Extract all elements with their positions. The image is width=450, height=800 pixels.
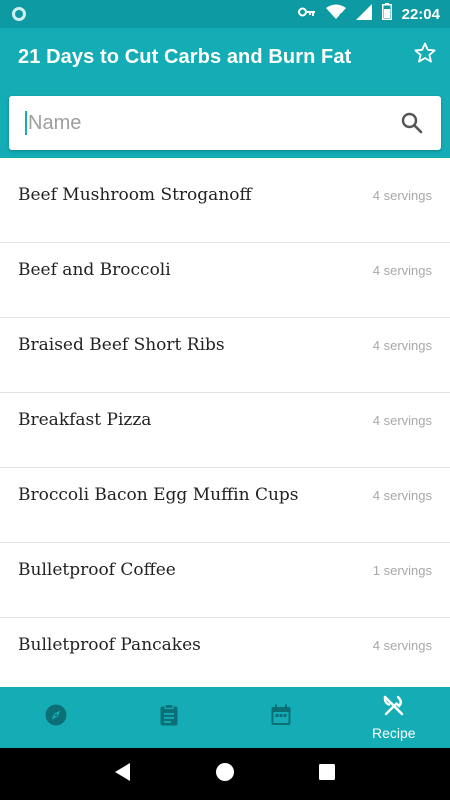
- bottom-nav: Recipe: [0, 687, 450, 748]
- recipe-servings: 4 servings: [372, 638, 432, 653]
- recipe-name: Braised Beef Short Ribs: [18, 335, 225, 355]
- list-item[interactable]: Bulletproof Coffee 1 servings: [0, 543, 450, 618]
- signal-icon: [355, 3, 372, 25]
- star-outline-icon: [413, 41, 437, 70]
- vpn-key-icon: [297, 5, 316, 23]
- home-circle-icon: [215, 762, 235, 787]
- fork-knife-icon: [382, 694, 406, 723]
- search-input[interactable]: [28, 111, 399, 135]
- nav-calendar[interactable]: [225, 687, 338, 748]
- recipe-name: Beef Mushroom Stroganoff: [18, 185, 252, 205]
- recipe-list[interactable]: Beef Mushroom Stroganoff 4 servings Beef…: [0, 168, 450, 687]
- status-time: 22:04: [401, 5, 440, 23]
- recipe-servings: 4 servings: [372, 488, 432, 503]
- recipe-servings: 4 servings: [372, 188, 432, 203]
- recents-square-icon: [318, 763, 336, 786]
- list-item[interactable]: Broccoli Bacon Egg Muffin Cups 4 serving…: [0, 468, 450, 543]
- list-item[interactable]: Braised Beef Short Ribs 4 servings: [0, 318, 450, 393]
- list-item[interactable]: Breakfast Pizza 4 servings: [0, 393, 450, 468]
- calendar-icon: [269, 703, 293, 732]
- list-item[interactable]: Beef Mushroom Stroganoff 4 servings: [0, 168, 450, 243]
- recipe-name: Breakfast Pizza: [18, 410, 152, 430]
- home-button[interactable]: [210, 759, 240, 789]
- recipe-servings: 1 servings: [372, 563, 432, 578]
- page-title: 21 Days to Cut Carbs and Burn Fat: [18, 46, 352, 68]
- compass-icon: [44, 703, 68, 732]
- favorite-button[interactable]: [412, 42, 438, 68]
- nav-recipe-label: Recipe: [371, 725, 416, 741]
- app-notification-icon: [12, 7, 26, 21]
- app-bar: 21 Days to Cut Carbs and Burn Fat: [0, 28, 450, 158]
- system-nav-bar: [0, 748, 450, 800]
- recipe-servings: 4 servings: [372, 338, 432, 353]
- recents-button[interactable]: [312, 759, 342, 789]
- recipe-servings: 4 servings: [372, 263, 432, 278]
- recipe-name: Beef and Broccoli: [18, 260, 171, 280]
- wifi-icon: [325, 4, 346, 25]
- list-item[interactable]: Bulletproof Pancakes 4 servings: [0, 618, 450, 687]
- recipe-name: Bulletproof Coffee: [18, 560, 176, 580]
- nav-explore[interactable]: [0, 687, 113, 748]
- search-box[interactable]: [9, 96, 441, 150]
- text-cursor: [25, 111, 27, 135]
- nav-shopping-list[interactable]: [113, 687, 226, 748]
- battery-icon: [381, 3, 392, 25]
- back-button[interactable]: [108, 759, 138, 789]
- recipe-name: Bulletproof Pancakes: [18, 635, 201, 655]
- recipe-name: Broccoli Bacon Egg Muffin Cups: [18, 485, 299, 505]
- back-triangle-icon: [114, 762, 132, 787]
- recipe-servings: 4 servings: [372, 413, 432, 428]
- clipboard-icon: [157, 703, 181, 732]
- nav-recipe[interactable]: Recipe: [338, 687, 450, 748]
- status-bar: 22:04: [0, 0, 450, 28]
- search-icon[interactable]: [399, 110, 425, 136]
- list-item[interactable]: Beef and Broccoli 4 servings: [0, 243, 450, 318]
